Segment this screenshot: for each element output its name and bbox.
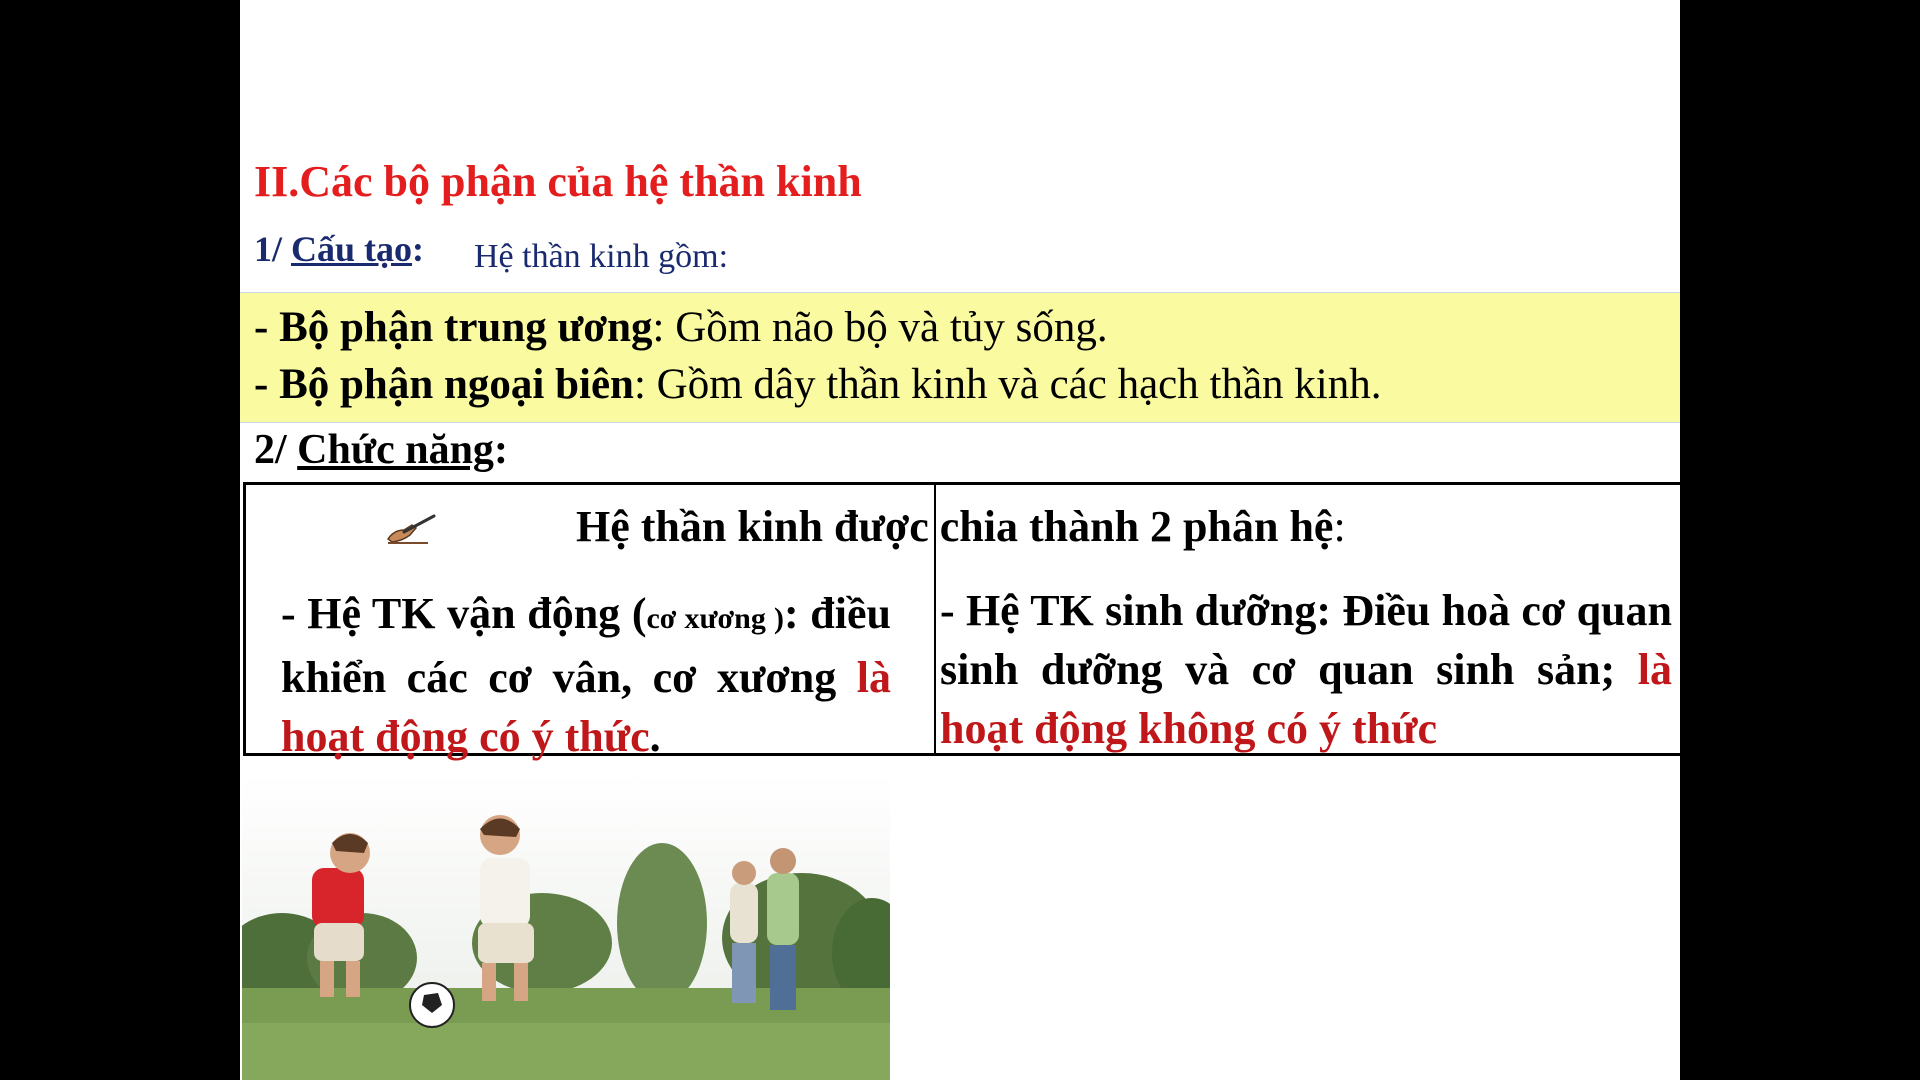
slide: II.Các bộ phận của hệ thần kinh 1/ Cấu t…	[240, 0, 1680, 1080]
table-header-text: Hệ thần kinh được chia thành 2 phân hệ	[576, 502, 1334, 551]
function-heading-label: Chức năng	[297, 427, 494, 473]
function-heading: 2/ Chức năng:	[254, 426, 508, 474]
part-peripheral-text: : Gồm dây thần kinh và các hạch thần kin…	[633, 361, 1382, 408]
parts-highlight-box: - Bộ phận trung ương: Gồm não bộ và tủy …	[240, 292, 1680, 423]
autonomic-system-desc: - Hệ TK sinh dưỡng: Điều hoà cơ quan sin…	[940, 586, 1672, 694]
motor-system-end: .	[649, 712, 661, 761]
subsystem-table: Hệ thần kinh được chia thành 2 phân hệ: …	[243, 482, 1680, 761]
function-heading-colon: :	[493, 427, 508, 473]
part-central-label: - Bộ phận trung ương	[254, 304, 653, 351]
writing-hand-icon	[386, 514, 436, 544]
motor-system-cell: - Hệ TK vận động (cơ xương ): điều khiển…	[281, 584, 891, 766]
part-central: - Bộ phận trung ương: Gồm não bộ và tủy …	[254, 303, 1108, 352]
table-header: Hệ thần kinh được chia thành 2 phân hệ:	[576, 501, 1346, 552]
motor-system-label: - Hệ TK vận động (	[281, 589, 647, 638]
autonomic-system-cell: - Hệ TK sinh dưỡng: Điều hoà cơ quan sin…	[940, 581, 1672, 758]
column-divider	[934, 485, 936, 753]
motor-system-note: cơ xương )	[646, 602, 784, 635]
section-title: II.Các bộ phận của hệ thần kinh	[254, 157, 862, 206]
function-heading-number: 2/	[254, 427, 298, 473]
table-header-colon: :	[1333, 502, 1346, 551]
part-peripheral: - Bộ phận ngoại biên: Gồm dây thần kinh …	[254, 360, 1381, 409]
structure-intro: Hệ thần kinh gồm:	[474, 238, 729, 275]
photo-illustration	[242, 773, 890, 1080]
photo-children-playing-football	[242, 773, 890, 1080]
structure-heading-label: Cấu tạo	[291, 229, 413, 269]
part-peripheral-label: - Bộ phận ngoại biên	[254, 361, 634, 408]
structure-heading: 1/ Cấu tạo:	[254, 228, 424, 270]
structure-heading-colon: :	[412, 229, 425, 269]
structure-heading-number: 1/	[254, 229, 292, 269]
part-central-text: : Gồm não bộ và tủy sống.	[652, 304, 1108, 351]
